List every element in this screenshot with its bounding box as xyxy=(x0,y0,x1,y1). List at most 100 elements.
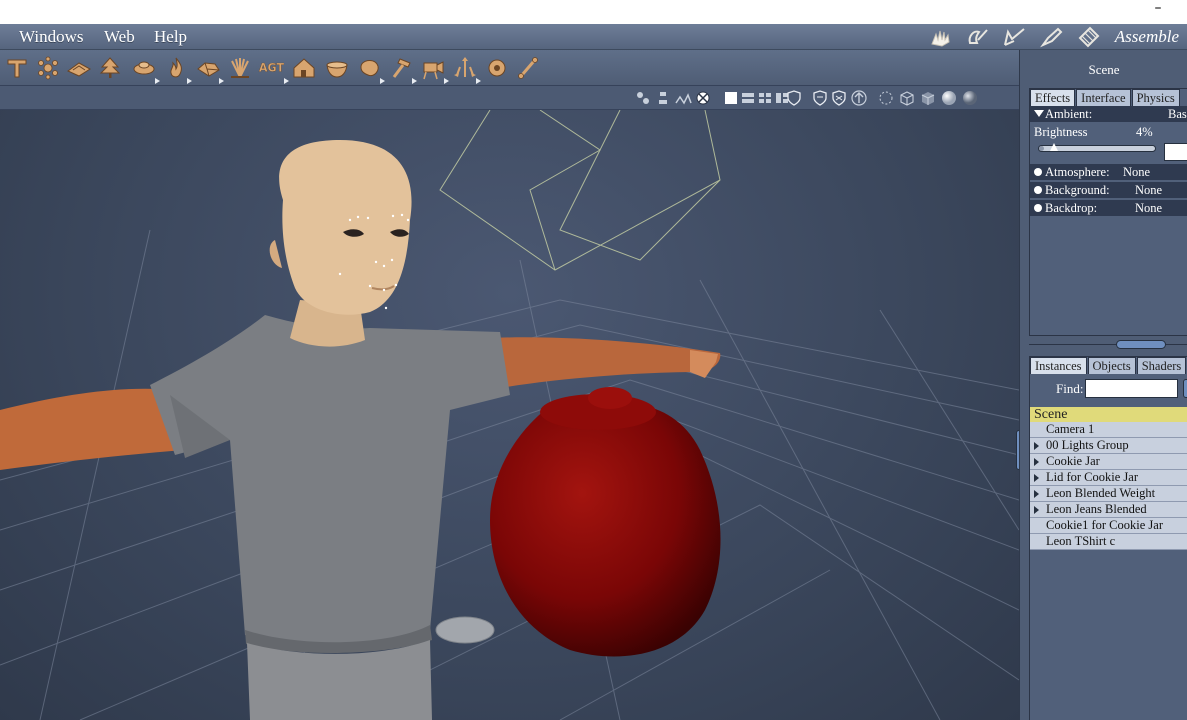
right-arm xyxy=(490,337,721,388)
instance-row[interactable]: Cookie1 for Cookie Jar xyxy=(1030,518,1187,534)
agt-tool-icon[interactable]: AGT xyxy=(258,55,289,84)
jar-lid-knob xyxy=(588,387,632,409)
expand-arrow-icon[interactable] xyxy=(1034,458,1039,466)
expand-arrow-icon[interactable] xyxy=(1034,442,1039,450)
shield-outline-icon[interactable] xyxy=(811,89,829,107)
instance-name: Leon Blended Weight xyxy=(1046,486,1156,500)
menu-windows[interactable]: Windows xyxy=(19,26,83,48)
tab-objects[interactable]: Objects xyxy=(1087,357,1136,374)
head xyxy=(279,140,412,315)
atmosphere-row[interactable]: Atmosphere: None xyxy=(1030,164,1187,180)
scene-tree-header[interactable]: Scene xyxy=(1030,407,1187,422)
blob-tool-icon[interactable] xyxy=(356,55,385,84)
tab-shaders[interactable]: Shaders xyxy=(1136,357,1187,374)
snap-icon[interactable] xyxy=(634,89,652,107)
shield-fill-icon[interactable] xyxy=(830,89,848,107)
collapse-arrow-icon xyxy=(1034,110,1044,117)
tree-tool-icon[interactable] xyxy=(97,55,123,81)
fire-tool-icon[interactable] xyxy=(163,55,192,84)
instance-row[interactable]: 00 Lights Group xyxy=(1030,438,1187,454)
cloud-tool-icon[interactable] xyxy=(131,55,160,84)
single-view-icon[interactable] xyxy=(722,89,740,107)
instance-name: Leon TShirt c xyxy=(1046,534,1116,548)
backdrop-row[interactable]: Backdrop: None xyxy=(1030,200,1187,216)
effects-panel: Effects Interface Physics Ambient: Bas B… xyxy=(1029,88,1187,336)
menu-help[interactable]: Help xyxy=(154,26,187,48)
face-brush-icon[interactable] xyxy=(965,26,991,48)
cube-wire-icon[interactable] xyxy=(898,89,916,107)
sparkle-tool-icon[interactable] xyxy=(35,55,61,81)
instance-name: Cookie1 for Cookie Jar xyxy=(1046,518,1163,532)
pen-icon[interactable] xyxy=(1002,26,1028,48)
move-icon[interactable] xyxy=(877,89,895,107)
material-room-icon[interactable] xyxy=(1076,26,1102,48)
brightness-value: 4% xyxy=(1136,125,1153,139)
instances-panel: Instances Objects Shaders S Find: Scene … xyxy=(1029,356,1187,720)
house-tool-icon[interactable] xyxy=(291,55,317,81)
expand-arrow-icon[interactable] xyxy=(1034,506,1039,514)
atmosphere-value: None xyxy=(1123,165,1151,179)
expand-arrow-icon[interactable] xyxy=(1034,474,1039,482)
room-assemble[interactable]: Assemble xyxy=(1115,27,1179,47)
quad-view-icon[interactable] xyxy=(756,89,774,107)
instance-row[interactable]: Cookie Jar xyxy=(1030,454,1187,470)
text-tool-icon[interactable] xyxy=(4,55,30,81)
effects-tabs: Effects Interface Physics xyxy=(1030,89,1181,106)
align-icon[interactable] xyxy=(654,89,672,107)
menu-web[interactable]: Web xyxy=(104,26,135,48)
arrows-tool-icon[interactable] xyxy=(452,55,481,84)
up-arrow-icon[interactable] xyxy=(850,89,868,107)
instance-name: 00 Lights Group xyxy=(1046,438,1129,452)
two-view-icon[interactable] xyxy=(739,89,757,107)
brightness-slider-knob[interactable] xyxy=(1049,143,1058,151)
find-input[interactable] xyxy=(1085,379,1178,398)
brightness-control: Brightness 4% xyxy=(1030,123,1187,163)
instance-row[interactable]: Leon TShirt c xyxy=(1030,534,1187,550)
find-button[interactable] xyxy=(1183,379,1187,398)
background-value: None xyxy=(1135,183,1163,197)
plant-tool-icon[interactable] xyxy=(227,55,253,81)
group-icon[interactable] xyxy=(674,89,692,107)
bowl-tool-icon[interactable] xyxy=(324,55,350,81)
hammer-tool-icon[interactable] xyxy=(388,55,417,84)
instance-row[interactable]: Lid for Cookie Jar xyxy=(1030,470,1187,486)
light-icon[interactable] xyxy=(694,89,712,107)
3d-viewport[interactable] xyxy=(0,110,1019,720)
pen-nib-icon[interactable] xyxy=(1039,26,1065,48)
tab-effects[interactable]: Effects xyxy=(1030,89,1076,106)
bone-tool-icon[interactable] xyxy=(515,55,541,81)
instance-row[interactable]: Camera 1 xyxy=(1030,422,1187,438)
svg-text:AGT: AGT xyxy=(259,62,284,75)
target-tool-icon[interactable] xyxy=(484,55,510,81)
brightness-slider[interactable] xyxy=(1038,143,1156,152)
terrain-tool-icon[interactable] xyxy=(66,55,92,81)
panel-divider-handle[interactable] xyxy=(1116,340,1166,349)
rock-tool-icon[interactable] xyxy=(195,55,224,84)
tab-interface[interactable]: Interface xyxy=(1076,89,1131,106)
ear xyxy=(269,240,282,268)
camera-tool-icon[interactable] xyxy=(420,55,449,84)
cube-solid-icon[interactable] xyxy=(919,89,937,107)
brightness-slider-fill xyxy=(1039,146,1044,151)
camera-wireframe xyxy=(439,110,721,271)
instance-row[interactable]: Leon Blended Weight xyxy=(1030,486,1187,502)
tab-instances[interactable]: Instances xyxy=(1030,357,1087,374)
shield-icon[interactable] xyxy=(785,89,803,107)
ambient-row[interactable]: Ambient: Bas xyxy=(1030,106,1187,122)
sphere-white-icon[interactable] xyxy=(940,89,958,107)
tab-physics[interactable]: Physics xyxy=(1131,89,1180,106)
hand-icon[interactable] xyxy=(928,26,954,48)
backdrop-label: Backdrop: xyxy=(1045,201,1098,215)
instance-row[interactable]: Leon Jeans Blended xyxy=(1030,502,1187,518)
background-row[interactable]: Background: None xyxy=(1030,182,1187,198)
sphere-gray-icon[interactable] xyxy=(961,89,979,107)
tool-bar: AGT xyxy=(0,50,1019,86)
minimize-button[interactable]: – xyxy=(1151,0,1165,20)
bullet-icon xyxy=(1034,168,1042,176)
expand-arrow-icon[interactable] xyxy=(1034,490,1039,498)
ambient-color-swatch[interactable] xyxy=(1164,143,1187,161)
instance-name: Lid for Cookie Jar xyxy=(1046,470,1138,484)
cookie-jar xyxy=(490,405,721,657)
atmosphere-label: Atmosphere: xyxy=(1045,165,1110,179)
viewport-header xyxy=(0,86,1019,110)
